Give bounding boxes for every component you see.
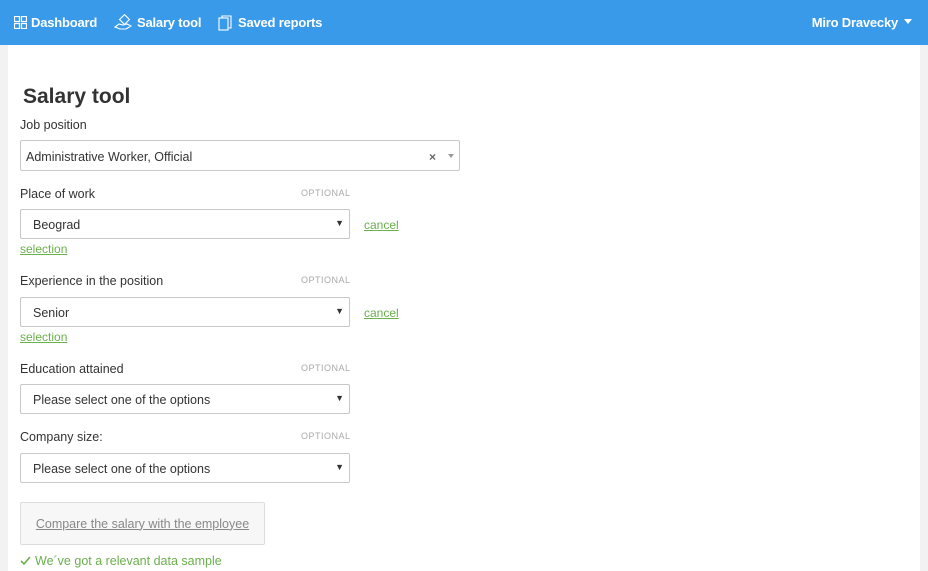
nav-dashboard-label: Dashboard: [31, 15, 98, 30]
education-optional: OPTIONAL: [301, 363, 351, 373]
place-of-work-cancel-link[interactable]: cancel: [364, 218, 399, 232]
company-size-value: Please select one of the options: [33, 462, 211, 476]
experience-value: Senior: [33, 306, 70, 320]
documents-icon: [218, 14, 232, 31]
nav-dashboard[interactable]: Dashboard: [14, 0, 97, 45]
place-of-work-optional: OPTIONAL: [301, 188, 351, 198]
user-name: Miro Dravecky: [811, 15, 898, 30]
education-value: Please select one of the options: [33, 393, 211, 407]
company-size-label: Company size:: [20, 430, 103, 444]
nav-saved-reports[interactable]: Saved reports: [218, 0, 322, 45]
top-navigation-bar: Dashboard Salary tool Saved reports Miro…: [0, 0, 928, 45]
place-of-work-label: Place of work: [20, 187, 96, 201]
chevron-down-icon: [448, 154, 454, 158]
clear-icon[interactable]: ×: [429, 150, 436, 164]
checkmark-icon: [20, 556, 31, 566]
job-position-select[interactable]: Administrative Worker, Official ×: [20, 140, 460, 171]
grid-icon: [14, 16, 27, 29]
nav-salary-tool-label: Salary tool: [137, 15, 202, 30]
company-size-optional: OPTIONAL: [301, 431, 351, 441]
dropdown-arrow-icon: ▼: [335, 306, 344, 316]
user-menu[interactable]: Miro Dravecky: [812, 0, 912, 45]
place-of-work-value: Beograd: [33, 218, 81, 232]
experience-cancel-link-continued[interactable]: selection: [20, 330, 67, 344]
education-label: Education attained: [20, 362, 124, 376]
data-sample-status: We´ve got a relevant data sample: [20, 554, 222, 568]
experience-cancel-link[interactable]: cancel: [364, 306, 399, 320]
job-position-value: Administrative Worker, Official: [26, 150, 193, 164]
nav-salary-tool[interactable]: Salary tool: [114, 0, 201, 45]
hand-money-icon: [114, 14, 133, 30]
experience-label: Experience in the position: [20, 274, 164, 288]
place-of-work-select[interactable]: Beograd ▼: [20, 209, 350, 239]
dropdown-arrow-icon: ▼: [335, 462, 344, 472]
data-sample-status-text: We´ve got a relevant data sample: [35, 554, 222, 568]
dropdown-arrow-icon: ▼: [335, 393, 344, 403]
dropdown-arrow-icon: ▼: [335, 218, 344, 228]
caret-down-icon: [904, 19, 912, 24]
job-position-label: Job position: [20, 118, 87, 132]
experience-optional: OPTIONAL: [301, 275, 351, 285]
compare-salary-button[interactable]: Compare the salary with the employee: [20, 502, 265, 545]
education-select[interactable]: Please select one of the options ▼: [20, 384, 350, 414]
company-size-select[interactable]: Please select one of the options ▼: [20, 453, 350, 483]
nav-saved-reports-label: Saved reports: [238, 15, 323, 30]
experience-select[interactable]: Senior ▼: [20, 297, 350, 327]
place-of-work-cancel-link-continued[interactable]: selection: [20, 242, 67, 256]
page-title: Salary tool: [23, 85, 131, 108]
